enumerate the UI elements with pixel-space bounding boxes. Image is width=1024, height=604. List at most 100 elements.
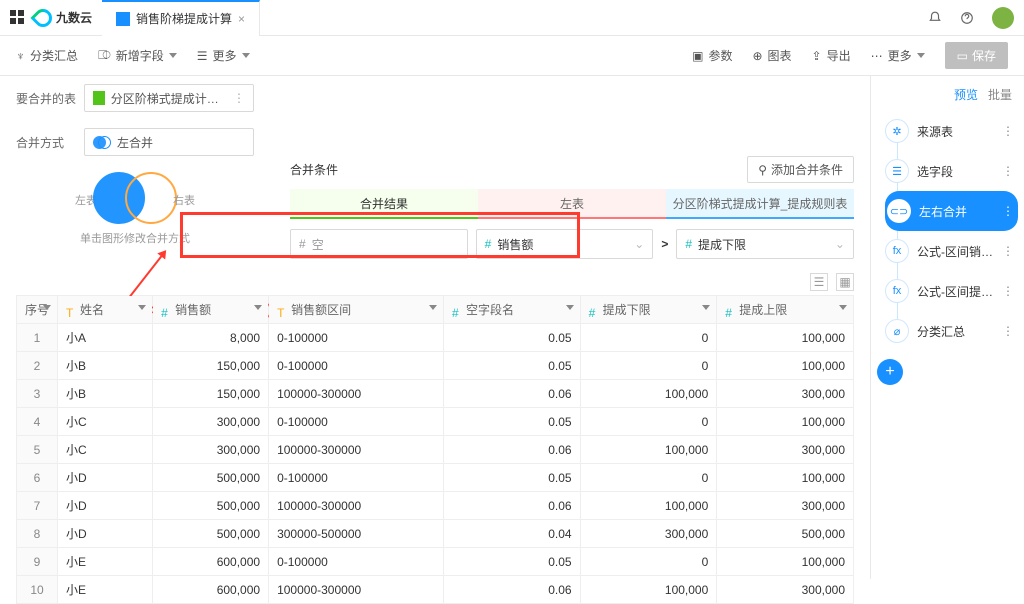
step-item[interactable]: fx 公式-区间销… ⋮ <box>885 231 1018 271</box>
cell-range: 100000-300000 <box>269 436 444 464</box>
save-button[interactable]: ▭保存 <box>945 42 1008 69</box>
cell-high: 100,000 <box>717 464 854 492</box>
hash-icon: # <box>685 237 692 251</box>
steps-sidebar: 预览 批量 ✲ 来源表 ⋮ ☰ 选字段 ⋮ ⊂⊃ 左右合并 ⋮ fx 公式-区间… <box>870 76 1024 579</box>
add-step-button[interactable]: + <box>877 359 903 385</box>
chevron-down-icon[interactable] <box>566 305 574 310</box>
cond-operator[interactable]: > <box>661 237 668 251</box>
table-row[interactable]: 8 小D 500,000 300000-500000 0.04 300,000 … <box>17 520 854 548</box>
cell-name: 小C <box>58 436 153 464</box>
col-header[interactable]: #提成下限 <box>580 296 717 324</box>
step-menu-icon[interactable]: ⋮ <box>1002 124 1014 138</box>
cell-sales: 150,000 <box>153 380 269 408</box>
avatar[interactable] <box>992 7 1014 29</box>
step-label: 左右合并 <box>919 203 994 220</box>
step-menu-icon[interactable]: ⋮ <box>1002 284 1014 298</box>
table-row[interactable]: 9 小E 600,000 0-100000 0.05 0 100,000 <box>17 548 854 576</box>
brand-logo[interactable]: 九数云 <box>34 9 92 27</box>
cell-name: 小B <box>58 352 153 380</box>
view-grid-icon[interactable]: ▦ <box>836 273 854 291</box>
step-icon: fx <box>885 279 909 303</box>
step-menu-icon[interactable]: ⋮ <box>1002 164 1014 178</box>
ellipsis-icon[interactable]: ⋮ <box>233 91 245 105</box>
cell-range: 0-100000 <box>269 548 444 576</box>
result-grid[interactable]: 序号T姓名#销售额T销售额区间#空字段名#提成下限#提成上限 1 小A 8,00… <box>0 295 870 604</box>
table-row[interactable]: 10 小E 600,000 100000-300000 0.06 100,000… <box>17 576 854 604</box>
chevron-down-icon[interactable] <box>254 305 262 310</box>
merge-type-value: 左合并 <box>117 134 153 151</box>
cell-high: 100,000 <box>717 408 854 436</box>
batch-tab[interactable]: 批量 <box>988 86 1012 103</box>
cell-sales: 8,000 <box>153 324 269 352</box>
row-index: 7 <box>17 492 58 520</box>
cell-empty: 0.05 <box>443 464 580 492</box>
col-header[interactable]: T销售额区间 <box>269 296 444 324</box>
app-titlebar: 九数云 销售阶梯提成计算 × <box>0 0 1024 36</box>
close-icon[interactable]: × <box>238 12 245 26</box>
row-index: 10 <box>17 576 58 604</box>
hash-icon: # <box>299 237 306 251</box>
cell-empty: 0.05 <box>443 408 580 436</box>
help-icon[interactable] <box>960 11 974 25</box>
table-row[interactable]: 5 小C 300,000 100000-300000 0.06 100,000 … <box>17 436 854 464</box>
step-label: 选字段 <box>917 163 994 180</box>
cond-tab-result[interactable]: 合并结果 <box>290 189 478 219</box>
step-item[interactable]: ✲ 来源表 ⋮ <box>885 111 1018 151</box>
step-icon: ☰ <box>885 159 909 183</box>
step-item[interactable]: fx 公式-区间提成… ⋮ <box>885 271 1018 311</box>
cond-left-field[interactable]: #销售额⌄ <box>476 229 654 259</box>
cell-name: 小D <box>58 520 153 548</box>
cell-low: 0 <box>580 548 717 576</box>
more-actions-2[interactable]: ⋯更多 <box>871 47 925 64</box>
chevron-down-icon[interactable] <box>429 305 437 310</box>
table-row[interactable]: 3 小B 150,000 100000-300000 0.06 100,000 … <box>17 380 854 408</box>
chevron-down-icon[interactable] <box>138 305 146 310</box>
chevron-down-icon[interactable] <box>702 305 710 310</box>
table-row[interactable]: 1 小A 8,000 0-100000 0.05 0 100,000 <box>17 324 854 352</box>
cell-empty: 0.06 <box>443 436 580 464</box>
add-condition-button[interactable]: ⚲添加合并条件 <box>747 156 854 183</box>
col-header[interactable]: #空字段名 <box>443 296 580 324</box>
step-menu-icon[interactable]: ⋮ <box>1002 204 1014 218</box>
bell-icon[interactable] <box>928 11 942 25</box>
step-icon: fx <box>885 239 909 263</box>
document-tab[interactable]: 销售阶梯提成计算 × <box>102 0 260 36</box>
chevron-down-icon[interactable] <box>43 305 51 310</box>
chart-button[interactable]: ⊕图表 <box>752 47 791 64</box>
cond-tab-rule[interactable]: 分区阶梯式提成计算_提成规则表 <box>666 189 854 219</box>
chevron-down-icon <box>242 53 250 58</box>
params-button[interactable]: ▣参数 <box>692 47 732 64</box>
view-list-icon[interactable]: ☰ <box>810 273 828 291</box>
merge-table-select[interactable]: 分区阶梯式提成计算_提… ⋮ <box>84 84 254 112</box>
cell-low: 0 <box>580 408 717 436</box>
col-header[interactable]: #销售额 <box>153 296 269 324</box>
col-header[interactable]: T姓名 <box>58 296 153 324</box>
step-item[interactable]: ⌀ 分类汇总 ⋮ <box>885 311 1018 351</box>
more-actions-1[interactable]: ☰更多 <box>197 47 250 64</box>
chevron-down-icon[interactable] <box>839 305 847 310</box>
preview-tab[interactable]: 预览 <box>954 86 978 103</box>
step-menu-icon[interactable]: ⋮ <box>1002 244 1014 258</box>
cell-sales: 600,000 <box>153 548 269 576</box>
export-button[interactable]: ⇪导出 <box>812 47 851 64</box>
group-summary-button[interactable]: ♆分类汇总 <box>16 47 78 64</box>
table-row[interactable]: 7 小D 500,000 100000-300000 0.06 100,000 … <box>17 492 854 520</box>
cond-right-field[interactable]: #提成下限⌄ <box>676 229 854 259</box>
cell-low: 0 <box>580 324 717 352</box>
table-row[interactable]: 2 小B 150,000 0-100000 0.05 0 100,000 <box>17 352 854 380</box>
table-row[interactable]: 4 小C 300,000 0-100000 0.05 0 100,000 <box>17 408 854 436</box>
cell-high: 300,000 <box>717 492 854 520</box>
col-header[interactable]: 序号 <box>17 296 58 324</box>
step-item[interactable]: ☰ 选字段 ⋮ <box>885 151 1018 191</box>
step-item[interactable]: ⊂⊃ 左右合并 ⋮ <box>885 191 1018 231</box>
merge-table-label: 要合并的表 <box>16 90 76 107</box>
cond-tab-left[interactable]: 左表 <box>478 189 666 219</box>
cond-empty-slot[interactable]: #空 <box>290 229 468 259</box>
apps-launcher-icon[interactable] <box>10 10 26 26</box>
cell-high: 300,000 <box>717 576 854 604</box>
add-field-button[interactable]: ⎄新增字段 <box>98 47 177 64</box>
col-header[interactable]: #提成上限 <box>717 296 854 324</box>
cell-low: 100,000 <box>580 436 717 464</box>
table-row[interactable]: 6 小D 500,000 0-100000 0.05 0 100,000 <box>17 464 854 492</box>
step-menu-icon[interactable]: ⋮ <box>1002 324 1014 338</box>
